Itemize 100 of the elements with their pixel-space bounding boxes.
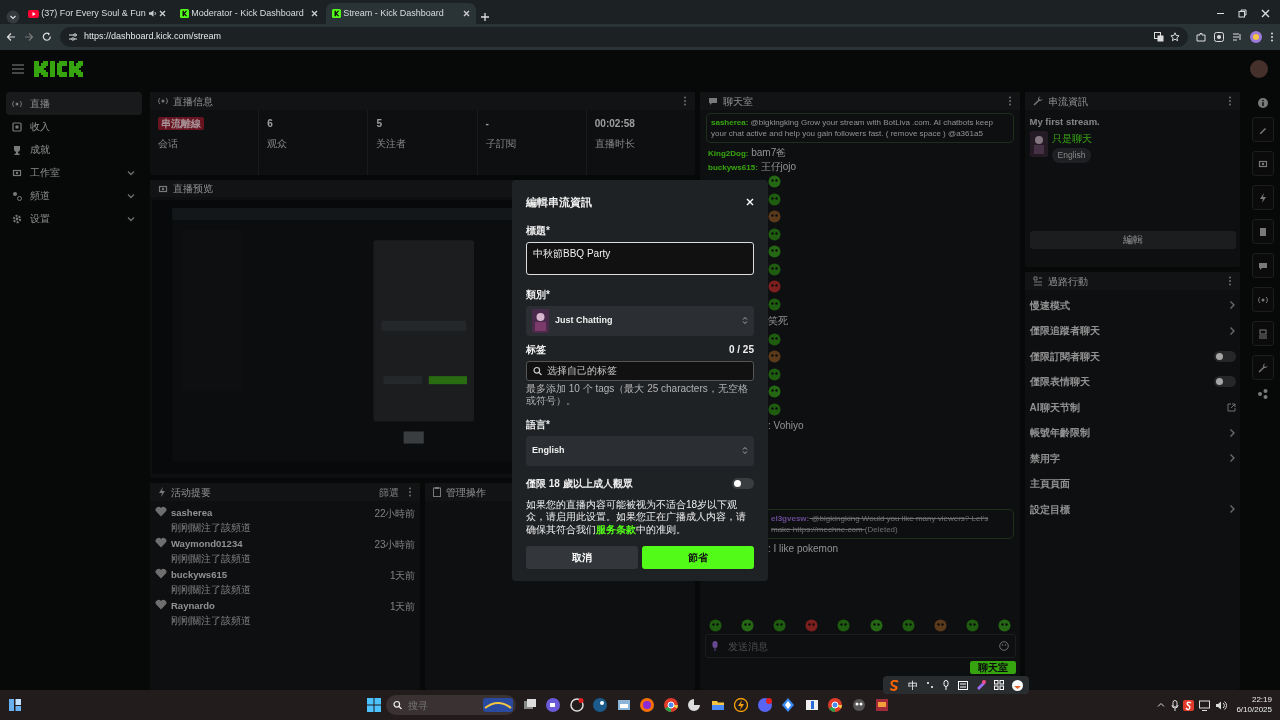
restore-icon[interactable] (1238, 9, 1247, 18)
title-field[interactable]: 中秋節BBQ Party (526, 241, 754, 275)
more-icon[interactable] (1228, 276, 1232, 286)
bolt-app-icon[interactable] (734, 698, 748, 712)
filter-button[interactable]: 篩選 (378, 484, 399, 500)
toggle-switch[interactable] (732, 477, 754, 489)
address-bar[interactable]: https://dashboard.kick.com/stream (60, 27, 1188, 47)
picture-app-icon[interactable] (616, 698, 631, 712)
close-icon[interactable] (311, 10, 318, 17)
chevron-up-icon[interactable] (1156, 700, 1167, 710)
site-settings-icon[interactable] (68, 32, 78, 42)
browser-tab[interactable]: Stream - Kick Dashboard (326, 3, 476, 24)
chrome-icon[interactable] (663, 698, 678, 712)
skin-icon[interactable] (976, 680, 986, 690)
menu-item[interactable]: 禁用字 (1029, 450, 1228, 466)
close-icon[interactable] (463, 10, 470, 17)
extensions-icon[interactable] (1196, 32, 1206, 42)
menu-item[interactable]: 帳號年齡限制 (1029, 425, 1228, 440)
emote-icon[interactable] (869, 618, 883, 632)
sidebar-item[interactable]: 设置 (6, 207, 142, 230)
menu-item[interactable]: AI聊天节制 (1029, 399, 1227, 415)
layout-icon[interactable] (1257, 328, 1268, 339)
start-icon[interactable] (367, 698, 381, 712)
close-icon[interactable] (1260, 9, 1270, 18)
task-view-icon[interactable] (522, 698, 537, 712)
edit-button[interactable]: 編輯 (1029, 230, 1236, 249)
robot-app-icon[interactable] (851, 698, 866, 712)
steam-icon[interactable] (593, 698, 607, 712)
punctuation-icon[interactable] (926, 680, 934, 690)
chat-app-icon[interactable] (757, 698, 772, 712)
save-button[interactable]: 節省 (642, 546, 754, 570)
folder-icon[interactable] (710, 698, 725, 712)
emoji-icon[interactable] (998, 641, 1009, 651)
more-icon[interactable] (1228, 96, 1232, 106)
sidebar-item[interactable]: 直播 (6, 92, 142, 115)
camera-icon[interactable] (1257, 158, 1268, 169)
category-link[interactable]: 只是聊天 (1052, 131, 1092, 146)
send-button[interactable]: 聊天室 (969, 661, 1016, 674)
new-tab-icon[interactable] (478, 10, 492, 24)
forward-icon[interactable] (24, 32, 34, 42)
search-highlight-icon[interactable] (482, 698, 513, 712)
share-icon[interactable] (1257, 389, 1268, 399)
emote-icon[interactable] (741, 618, 755, 632)
sidebar-item[interactable]: 收入 (6, 115, 142, 138)
menu-item[interactable]: 慢速模式 (1029, 297, 1228, 313)
terms-link[interactable]: 服务条款 (596, 523, 636, 535)
browser-tab[interactable]: (37) For Every Soul & Fun (22, 3, 172, 24)
sidebar-item[interactable]: 工作室 (6, 161, 142, 184)
game-app-icon[interactable] (875, 698, 889, 712)
profile-avatar-icon[interactable] (1250, 31, 1262, 43)
sidebar-item[interactable]: 成就 (6, 138, 142, 161)
menu-item[interactable]: 主頁頁面 (1029, 476, 1236, 491)
menu-item[interactable]: 設定目標 (1029, 501, 1228, 517)
menu-item[interactable]: 僅限追蹤者聊天 (1029, 323, 1228, 338)
chrome-icon[interactable] (828, 698, 842, 712)
microphone-icon[interactable] (942, 680, 950, 690)
category-select[interactable]: Just Chatting (526, 305, 754, 336)
cancel-button[interactable]: 取消 (526, 546, 638, 570)
timestamp: 23小時前 (374, 537, 416, 552)
ime-mode-button[interactable]: 中 (908, 677, 918, 693)
external-link-icon[interactable] (1226, 402, 1236, 412)
menu-icon[interactable] (1270, 32, 1274, 42)
wrench-icon[interactable] (1257, 362, 1268, 373)
apps-icon[interactable] (994, 680, 1004, 690)
microphone-icon[interactable] (1170, 699, 1179, 711)
firefox-icon[interactable] (640, 698, 654, 712)
diamond-app-icon[interactable] (781, 698, 795, 712)
keyboard-icon[interactable] (958, 680, 968, 690)
document-icon[interactable] (1257, 226, 1268, 237)
toggle-switch[interactable] (1213, 376, 1236, 387)
ime-logo-icon[interactable] (1183, 699, 1195, 711)
toggle-switch[interactable] (1213, 350, 1236, 362)
emote-icon[interactable] (998, 618, 1011, 632)
close-icon[interactable] (159, 10, 166, 17)
reload-icon[interactable] (42, 32, 52, 42)
star-icon[interactable] (1170, 32, 1180, 42)
circle-app-icon[interactable] (569, 698, 584, 712)
info-icon[interactable] (1257, 98, 1268, 108)
back-icon[interactable] (6, 32, 16, 42)
network-icon[interactable] (1198, 699, 1211, 711)
more-icon[interactable] (683, 96, 687, 106)
more-icon[interactable] (1008, 96, 1012, 106)
clock[interactable]: 22:19 6/10/2025 (1236, 695, 1272, 715)
media-icon[interactable] (1232, 32, 1242, 42)
sidebar-item[interactable]: 頻道 (6, 184, 142, 207)
language-select[interactable]: English (526, 435, 754, 466)
tag-search-field[interactable]: 选择自己的标签 (526, 360, 754, 381)
bolt-icon[interactable] (1257, 192, 1268, 203)
volume-icon[interactable] (1215, 699, 1228, 711)
lens-icon[interactable] (1214, 32, 1224, 42)
translate-icon[interactable] (1154, 32, 1164, 42)
broadcast-icon[interactable] (1257, 294, 1268, 305)
more-icon[interactable] (408, 487, 412, 497)
speaker-icon[interactable] (147, 9, 157, 18)
chat-icon[interactable] (1257, 260, 1268, 271)
browser-tab[interactable]: Moderator - Kick Dashboard (174, 3, 324, 24)
video-call-icon[interactable] (546, 698, 560, 712)
window-app-icon[interactable] (804, 698, 819, 712)
widgets-icon[interactable] (8, 698, 22, 712)
tab-list-icon[interactable] (6, 10, 20, 24)
